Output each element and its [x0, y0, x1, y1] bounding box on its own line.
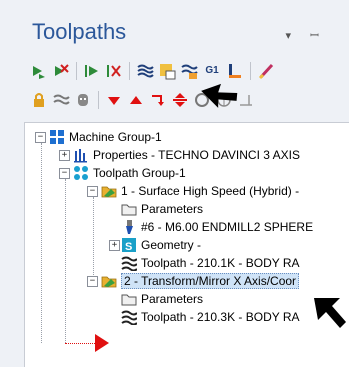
- lock-icon[interactable]: [30, 91, 48, 109]
- tree-node-op1-geometry[interactable]: S Geometry -: [121, 236, 201, 254]
- operation-folder-icon: [101, 273, 117, 289]
- parameters-folder-icon: [121, 201, 137, 217]
- op2-toolpath-label: Toolpath - 210.3K - BODY RA: [141, 310, 300, 324]
- tree-connector: [93, 197, 94, 281]
- backplot-icon[interactable]: [74, 91, 92, 109]
- toolbar-separator: [129, 62, 130, 80]
- panel-title: Toolpaths: [32, 19, 127, 44]
- expand-op1[interactable]: −: [87, 186, 98, 197]
- select-failed-operations-icon[interactable]: [52, 62, 70, 80]
- properties-icon: [73, 147, 89, 163]
- geometry-icon: S: [121, 237, 137, 253]
- op2-parameters-label: Parameters: [141, 292, 204, 306]
- toggle-toolpath-icon[interactable]: [52, 91, 70, 109]
- tree-node-op2-parameters[interactable]: Parameters: [121, 290, 203, 308]
- op1-geometry-label: Geometry -: [141, 238, 202, 252]
- tree-node-op2-toolpath[interactable]: Toolpath - 210.3K - BODY RA: [121, 308, 300, 326]
- toolpaths-panel: Toolpaths ▾ ꟷ G1 − Machine Group-1 + Pro…: [0, 0, 349, 367]
- toolpath-icon: [121, 255, 138, 272]
- tree-node-op1-tool[interactable]: #6 - M6.00 ENDMILL2 SPHERE: [121, 218, 313, 236]
- move-down-icon[interactable]: [105, 91, 123, 109]
- toolpath-icon: [121, 309, 138, 326]
- tree-connector: [65, 179, 66, 343]
- tree-node-machine-group[interactable]: Machine Group-1: [49, 128, 162, 146]
- toolpath-group-icon: [73, 165, 89, 181]
- tree-connector: [41, 143, 42, 343]
- tree-node-op1-toolpath[interactable]: Toolpath - 210.1K - BODY RA: [121, 254, 300, 272]
- tree-node-operation-1[interactable]: 1 - Surface High Speed (Hybrid) -: [101, 182, 299, 200]
- pin-icon[interactable]: ꟷ: [310, 30, 327, 42]
- unselect-all-icon[interactable]: [105, 62, 123, 80]
- svg-text:S: S: [125, 241, 132, 253]
- move-up-icon[interactable]: [127, 91, 145, 109]
- parameters-folder-icon: [121, 291, 137, 307]
- tree-node-properties[interactable]: Properties - TECHNO DAVINCI 3 AXIS: [73, 146, 300, 164]
- tool-icon: [121, 219, 137, 235]
- tree-node-op1-parameters[interactable]: Parameters: [121, 200, 203, 218]
- expand-toolpath-group[interactable]: −: [59, 168, 70, 179]
- pointer-arrow-icon: [314, 298, 346, 328]
- insert-arrow-icon[interactable]: [149, 91, 167, 109]
- properties-label: Properties - TECHNO DAVINCI 3 AXIS: [93, 148, 300, 162]
- panel-window-buttons[interactable]: ▾ ꟷ: [285, 28, 327, 43]
- expand-machine-group[interactable]: −: [35, 132, 46, 143]
- toggle-posting-icon[interactable]: [83, 62, 101, 80]
- edit-icon[interactable]: [257, 62, 275, 80]
- operation-folder-icon: [101, 183, 117, 199]
- insert-location-icon[interactable]: [171, 91, 189, 109]
- expand-op1-geometry[interactable]: +: [109, 240, 120, 251]
- toolpath-display-icon[interactable]: [180, 62, 198, 80]
- machine-group-label: Machine Group-1: [69, 130, 162, 144]
- regenerate-dirty-icon[interactable]: [158, 62, 176, 80]
- insert-arrow-marker-icon[interactable]: [93, 332, 111, 354]
- expand-op2[interactable]: −: [87, 276, 98, 287]
- op1-tool-label: #6 - M6.00 ENDMILL2 SPHERE: [141, 220, 314, 234]
- toolbar-separator: [250, 62, 251, 80]
- pointer-arrow-icon: [201, 83, 238, 108]
- operation-2-label: 2 - Transform/Mirror X Axis/Coor: [121, 273, 300, 289]
- op1-toolpath-label: Toolpath - 210.1K - BODY RA: [141, 256, 300, 270]
- regenerate-selected-icon[interactable]: [136, 62, 154, 80]
- select-all-operations-icon[interactable]: [30, 62, 48, 80]
- op1-parameters-label: Parameters: [141, 202, 204, 216]
- toolbar-separator: [98, 91, 99, 109]
- operation-1-label: 1 - Surface High Speed (Hybrid) -: [121, 184, 300, 198]
- toolbar-separator: [76, 62, 77, 80]
- toolpath-tree: − Machine Group-1 + Properties - TECHNO …: [24, 122, 349, 367]
- insert-marker-line: [65, 343, 95, 344]
- dropdown-icon[interactable]: ▾: [285, 30, 299, 42]
- tree-node-toolpath-group[interactable]: Toolpath Group-1: [73, 164, 186, 182]
- tree-node-operation-2[interactable]: 2 - Transform/Mirror X Axis/Coor: [101, 272, 300, 290]
- expand-properties[interactable]: +: [59, 150, 70, 161]
- toolpath-group-label: Toolpath Group-1: [93, 166, 186, 180]
- machine-group-icon: [49, 129, 65, 145]
